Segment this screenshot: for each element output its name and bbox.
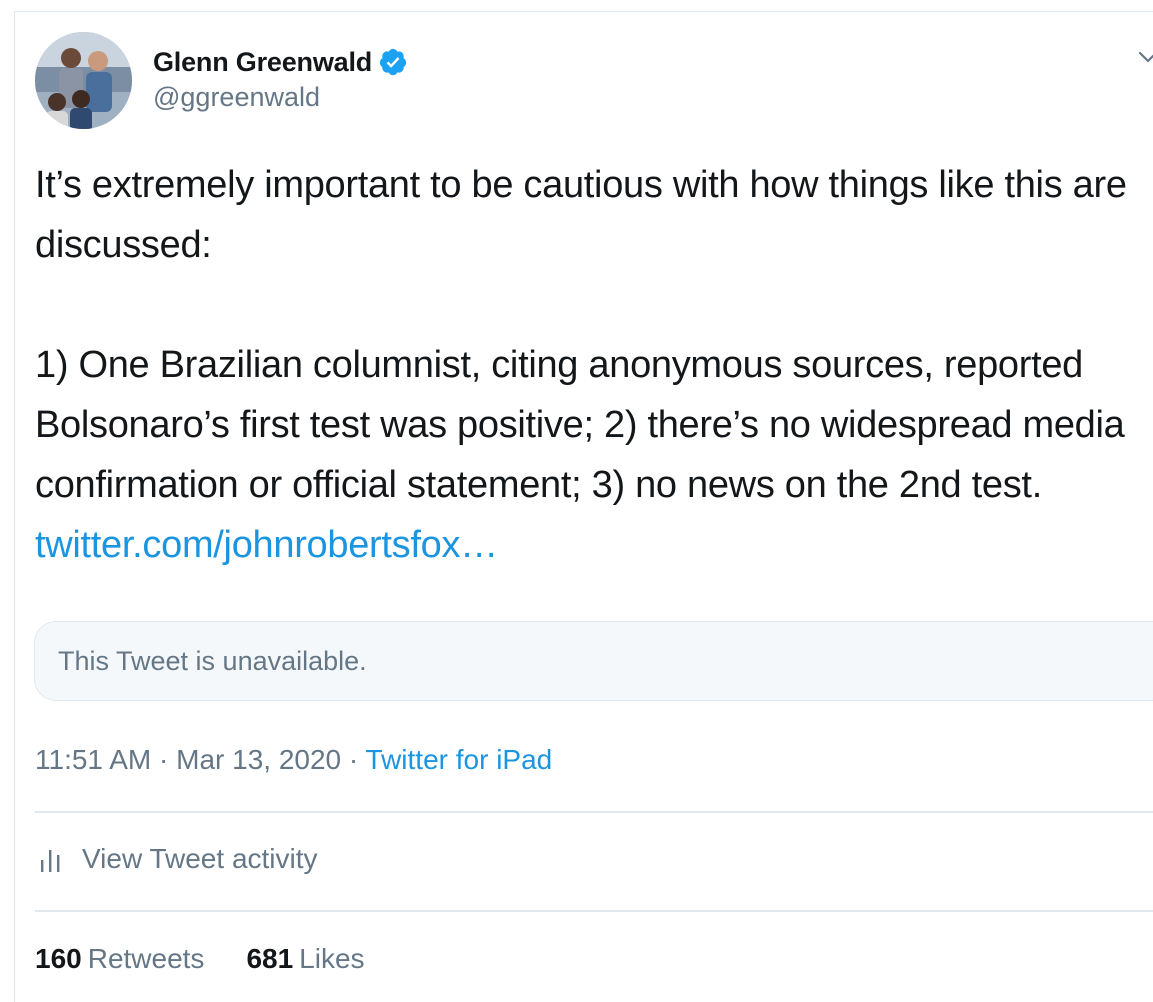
meta-separator: · <box>159 744 169 775</box>
tweet-date[interactable]: Mar 13, 2020 <box>176 744 341 775</box>
divider <box>35 910 1153 912</box>
tweet-text: It’s extremely important to be cautious … <box>35 155 1145 575</box>
bars-icon <box>41 850 60 872</box>
tweet-body: 1) One Brazilian columnist, citing anony… <box>35 344 1125 506</box>
likes-count: 681 <box>246 943 294 974</box>
retweets-label: Retweets <box>87 943 205 974</box>
retweets-stat[interactable]: 160 Retweets <box>35 943 204 975</box>
author-name[interactable]: Glenn Greenwald <box>153 47 372 78</box>
quoted-tweet-card[interactable]: This Tweet is unavailable. <box>34 621 1153 701</box>
frame-border-left <box>14 11 15 1002</box>
tweet-detail: Glenn Greenwald @ggreenwald It’s extreme… <box>0 0 1153 1002</box>
likes-label: Likes <box>299 943 365 974</box>
tweet-time[interactable]: 11:51 AM <box>35 744 151 775</box>
verified-badge-icon <box>378 47 408 77</box>
tweet-source-link[interactable]: Twitter for iPad <box>366 744 553 775</box>
author-name-row: Glenn Greenwald <box>153 44 408 80</box>
likes-stat[interactable]: 681 Likes <box>246 943 364 975</box>
avatar-photo <box>35 32 132 129</box>
view-tweet-activity-button[interactable]: View Tweet activity <box>38 843 318 875</box>
chevron-down-icon[interactable] <box>1137 46 1153 68</box>
retweets-count: 160 <box>35 943 82 974</box>
frame-border-top <box>14 11 1153 12</box>
author-block: Glenn Greenwald @ggreenwald <box>153 44 408 113</box>
avatar[interactable] <box>35 32 132 129</box>
meta-separator: · <box>348 744 359 775</box>
author-handle[interactable]: @ggreenwald <box>153 82 408 113</box>
view-tweet-activity-label: View Tweet activity <box>82 843 318 874</box>
tweet-stats: 160 Retweets 681 Likes <box>35 943 407 975</box>
tweet-link[interactable]: twitter.com/johnrobertsfox… <box>35 524 498 566</box>
tweet-meta: 11:51 AM · Mar 13, 2020 · Twitter for iP… <box>35 744 552 776</box>
quoted-tweet-unavailable-text: This Tweet is unavailable. <box>58 645 367 676</box>
tweet-intro: It’s extremely important to be cautious … <box>35 164 1127 266</box>
divider <box>35 811 1153 813</box>
tweet-body-paragraph: 1) One Brazilian columnist, citing anony… <box>35 335 1145 575</box>
